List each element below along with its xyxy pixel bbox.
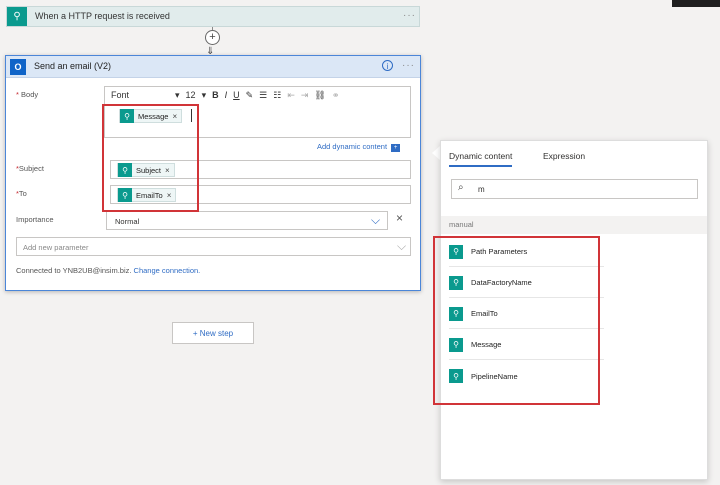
italic-button[interactable]: I: [225, 90, 228, 100]
link-icon[interactable]: ⛓: [314, 90, 325, 101]
add-parameter-placeholder: Add new parameter: [23, 243, 89, 252]
highlight-box-tokens: [102, 104, 199, 212]
bullet-list-icon[interactable]: ☰: [259, 90, 267, 101]
body-label: * Body: [16, 90, 39, 99]
email-more-icon[interactable]: ···: [402, 60, 415, 71]
change-connection-link[interactable]: Change connection.: [134, 266, 201, 275]
insert-step-button[interactable]: +: [205, 30, 220, 45]
dynamic-content-icon: +: [391, 144, 401, 152]
search-icon: ⌕: [458, 182, 464, 193]
font-size-select[interactable]: 12: [186, 90, 196, 100]
info-icon[interactable]: i: [382, 60, 393, 71]
clear-importance-icon[interactable]: ×: [396, 211, 403, 225]
add-dynamic-content-link[interactable]: Add dynamic content +: [317, 142, 401, 152]
trigger-more-icon[interactable]: ···: [403, 10, 416, 21]
tab-expression[interactable]: Expression: [543, 151, 585, 161]
importance-value: Normal: [115, 217, 140, 226]
underline-button[interactable]: U: [233, 90, 240, 100]
new-step-button[interactable]: + New step: [172, 322, 254, 344]
chevron-down-icon[interactable]: ⌵: [397, 239, 406, 254]
dynamic-search-input[interactable]: ⌕ m: [451, 179, 698, 199]
size-dropdown-icon[interactable]: ▾: [202, 90, 207, 101]
email-card-header[interactable]: O Send an email (V2) i ···: [6, 56, 420, 78]
send-email-card: O Send an email (V2) i ··· * Body Font ▾…: [5, 55, 421, 291]
highlight-box-dynamic: [433, 236, 600, 405]
search-value: m: [478, 185, 485, 194]
outdent-icon[interactable]: ⇤: [287, 90, 295, 101]
unlink-icon[interactable]: ⚭: [332, 90, 340, 101]
trigger-card[interactable]: ⚲ When a HTTP request is received ···: [6, 6, 420, 27]
font-select[interactable]: Font: [111, 90, 129, 100]
bold-button[interactable]: B: [212, 90, 219, 100]
add-parameter-select[interactable]: Add new parameter ⌵: [16, 237, 411, 256]
outlook-icon: O: [10, 59, 26, 75]
window-corner: [672, 0, 720, 7]
importance-label: Importance: [16, 215, 54, 224]
email-card-title: Send an email (V2): [34, 61, 112, 71]
importance-select[interactable]: Normal ⌵: [106, 211, 388, 230]
body-toolbar: Font ▾ 12 ▾ B I U ✎ ☰ ☷ ⇤ ⇥ ⛓ ⚭: [105, 87, 410, 103]
panel-pointer: [432, 146, 440, 160]
subject-label: *Subject: [16, 164, 44, 173]
trigger-title: When a HTTP request is received: [35, 11, 170, 21]
to-label: *To: [16, 189, 27, 198]
numbered-list-icon[interactable]: ☷: [273, 90, 281, 101]
connection-info: Connected to YNB2UB@insim.biz. Change co…: [16, 266, 201, 275]
section-header: manual: [441, 216, 707, 234]
request-trigger-icon: ⚲: [7, 7, 27, 26]
indent-icon[interactable]: ⇥: [301, 90, 309, 101]
font-dropdown-icon[interactable]: ▾: [175, 90, 180, 101]
chevron-down-icon[interactable]: ⌵: [371, 213, 380, 228]
tab-dynamic-content[interactable]: Dynamic content: [449, 151, 513, 167]
pen-icon[interactable]: ✎: [246, 90, 254, 101]
